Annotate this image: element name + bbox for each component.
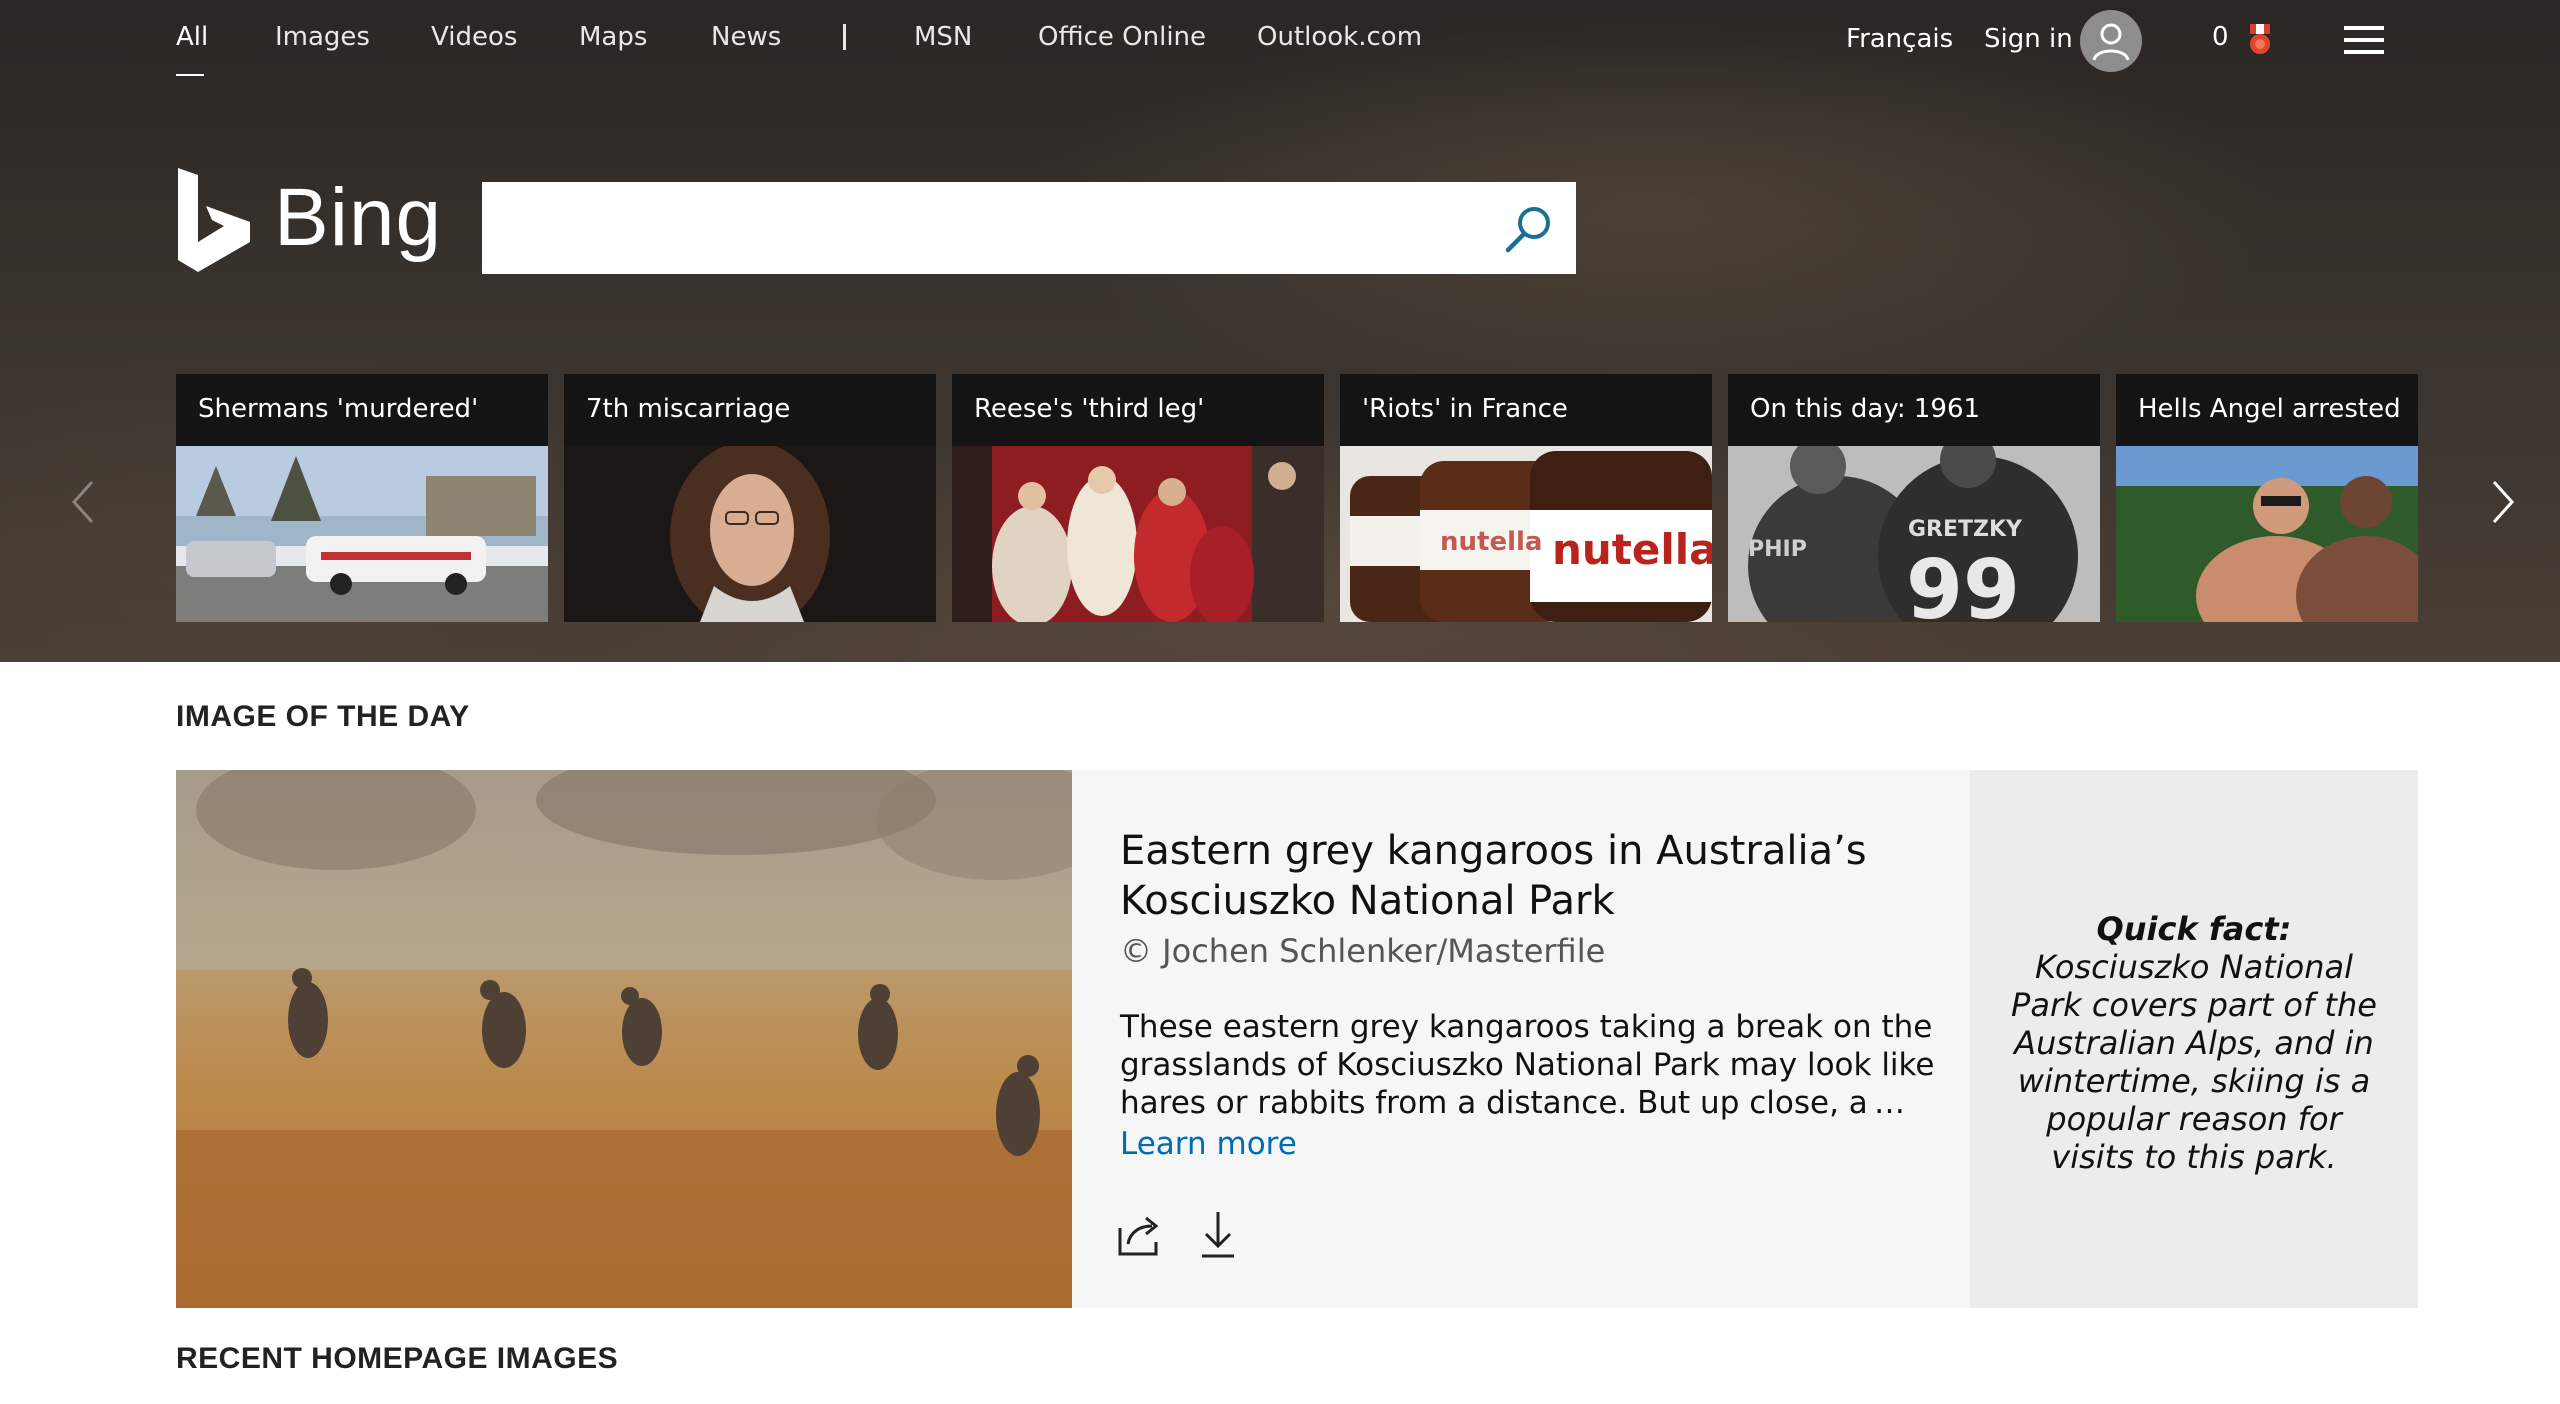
tile-title: 'Riots' in France bbox=[1362, 394, 1568, 424]
quick-fact-text: Kosciuszko National Park covers part of … bbox=[2011, 948, 2377, 1176]
tile-image-two-men bbox=[2116, 446, 2418, 622]
chevron-left-icon[interactable] bbox=[64, 472, 104, 532]
svg-text:99: 99 bbox=[1906, 543, 2020, 622]
nav-active-underline bbox=[176, 74, 204, 76]
svg-text:nutella: nutella bbox=[1552, 525, 1712, 574]
chevron-right-icon[interactable] bbox=[2482, 472, 2522, 532]
image-of-the-day-heading: IMAGE OF THE DAY bbox=[176, 700, 470, 733]
carousel-tile[interactable]: Reese's 'third leg' bbox=[952, 374, 1324, 622]
nav-all[interactable]: All bbox=[176, 22, 208, 52]
kangaroo-photo[interactable] bbox=[176, 745, 1116, 1308]
tile-title: Hells Angel arrested bbox=[2138, 394, 2401, 424]
rewards-count[interactable]: 0 bbox=[2212, 22, 2229, 52]
top-navigation: All Images Videos Maps News MSN Office O… bbox=[0, 0, 2560, 80]
svg-text:GRETZKY: GRETZKY bbox=[1908, 517, 2023, 542]
tile-title: 7th miscarriage bbox=[586, 394, 791, 424]
learn-more-link[interactable]: Learn more bbox=[1120, 1126, 1940, 1162]
carousel-tile[interactable]: Shermans 'murdered' bbox=[176, 374, 548, 622]
search-box bbox=[482, 182, 1576, 274]
bing-logo-mark-icon bbox=[178, 168, 250, 272]
image-description: These eastern grey kangaroos taking a br… bbox=[1120, 1009, 1935, 1121]
logo-text: Bing bbox=[274, 172, 443, 263]
image-of-the-day-text: Eastern grey kangaroos in Australia’s Ko… bbox=[1120, 826, 1940, 1162]
bing-logo[interactable]: Bing bbox=[176, 168, 441, 274]
tile-title: Reese's 'third leg' bbox=[974, 394, 1205, 424]
tile-title: On this day: 1961 bbox=[1750, 394, 1981, 424]
sign-in-link[interactable]: Sign in bbox=[1984, 24, 2073, 54]
download-icon[interactable] bbox=[1198, 1210, 1238, 1260]
recent-images-heading: RECENT HOMEPAGE IMAGES bbox=[176, 1342, 619, 1375]
quick-fact: Quick fact: Kosciuszko National Park cov… bbox=[2010, 910, 2378, 1176]
tile-image-group-photo bbox=[952, 446, 1324, 622]
quick-fact-panel: Quick fact: Kosciuszko National Park cov… bbox=[1970, 770, 2418, 1308]
tile-image-police-car bbox=[176, 446, 548, 622]
search-icon[interactable] bbox=[1502, 202, 1556, 256]
tile-image-nutella-jars: nutella nutella bbox=[1340, 446, 1712, 622]
carousel-tile[interactable]: Hells Angel arrested bbox=[2116, 374, 2418, 622]
svg-text:nutella: nutella bbox=[1440, 527, 1542, 557]
avatar-icon[interactable] bbox=[2080, 10, 2142, 72]
carousel-tile[interactable]: On this day: 1961 GRETZKY 99 PHIP bbox=[1728, 374, 2100, 622]
language-link[interactable]: Français bbox=[1846, 24, 1953, 54]
quick-fact-title: Quick fact: bbox=[2096, 910, 2292, 948]
nav-office-online[interactable]: Office Online bbox=[1038, 22, 1206, 52]
image-credit: © Jochen Schlenker/Masterfile bbox=[1120, 932, 1606, 970]
search-input[interactable] bbox=[482, 182, 1462, 274]
nav-images[interactable]: Images bbox=[275, 22, 370, 52]
news-carousel: Shermans 'murdered' 7th miscarriage Rees… bbox=[0, 374, 2560, 622]
nav-maps[interactable]: Maps bbox=[579, 22, 647, 52]
image-title: Eastern grey kangaroos in Australia’s Ko… bbox=[1120, 828, 1867, 924]
nav-news[interactable]: News bbox=[711, 22, 781, 52]
nav-msn[interactable]: MSN bbox=[914, 22, 972, 52]
tile-image-woman-portrait bbox=[564, 441, 936, 622]
nav-separator bbox=[843, 24, 846, 50]
carousel-tile[interactable]: 'Riots' in France nutella nutella bbox=[1340, 374, 1712, 622]
rewards-medal-icon[interactable] bbox=[2242, 22, 2278, 58]
svg-text:PHIP: PHIP bbox=[1748, 537, 1807, 562]
nav-outlook[interactable]: Outlook.com bbox=[1257, 22, 1422, 52]
tile-title: Shermans 'murdered' bbox=[198, 394, 479, 424]
share-icon[interactable] bbox=[1116, 1210, 1164, 1258]
carousel-tile[interactable]: 7th miscarriage bbox=[564, 374, 936, 622]
nav-videos[interactable]: Videos bbox=[431, 22, 517, 52]
hero-banner: All Images Videos Maps News MSN Office O… bbox=[0, 0, 2560, 662]
tile-image-hockey-players: GRETZKY 99 PHIP bbox=[1728, 432, 2100, 622]
hamburger-menu-icon[interactable] bbox=[2344, 26, 2384, 56]
image-of-the-day-card: Eastern grey kangaroos in Australia’s Ko… bbox=[176, 745, 2418, 1308]
